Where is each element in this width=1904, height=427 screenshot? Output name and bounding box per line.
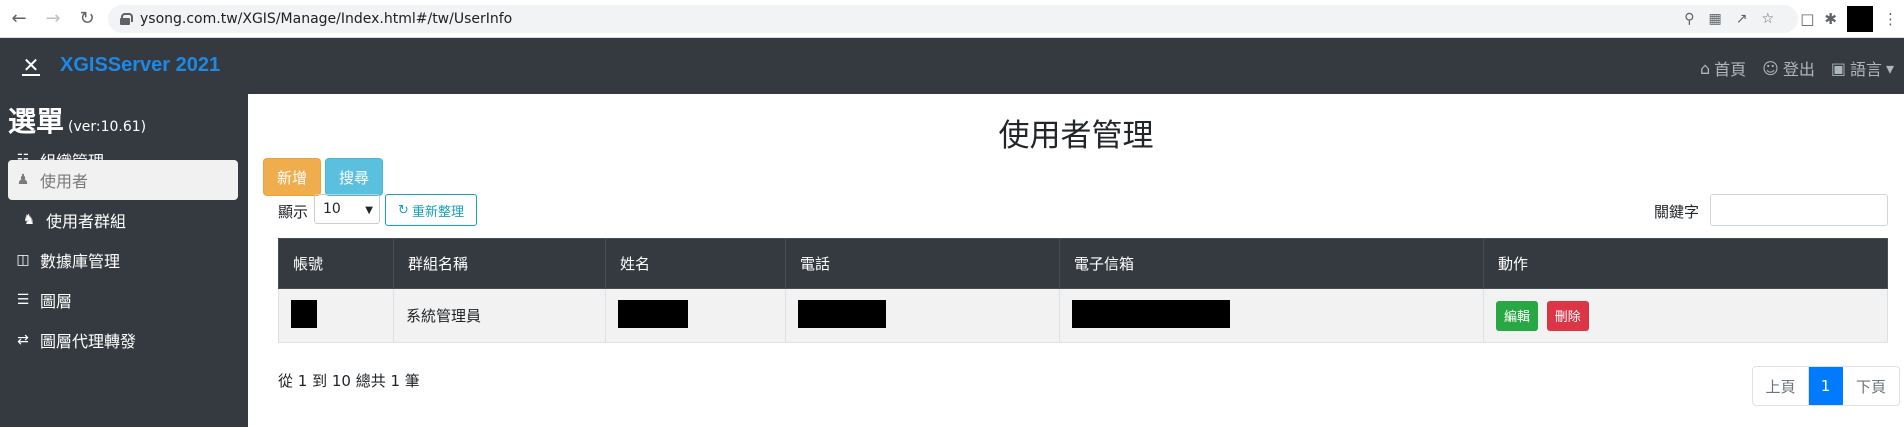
share-icon[interactable]: ↗	[1736, 11, 1748, 27]
page-size-select[interactable]: 10 ▼	[314, 194, 380, 224]
cell-name	[605, 288, 786, 343]
key-icon[interactable]: ⚲	[1684, 11, 1694, 27]
col-name[interactable]: 姓名	[605, 238, 786, 289]
version-text: (ver:10.61)	[68, 119, 147, 135]
address-bar[interactable]: ysong.com.tw/XGIS/Manage/Index.html#/tw/…	[108, 5, 1798, 33]
language-icon: ▣	[1830, 58, 1846, 78]
table-header-row: 帳號 群組名稱 姓名 電話 電子信箱 動作	[278, 238, 1888, 289]
brand-title[interactable]: XGISServer 2021	[60, 54, 220, 77]
search-button[interactable]: 搜尋	[325, 158, 383, 196]
cell-email	[1059, 288, 1484, 343]
logout-link[interactable]: ☺ 登出	[1762, 56, 1815, 80]
user-circle-icon: ☺	[1762, 58, 1779, 78]
keyword-label: 關鍵字	[1654, 203, 1700, 221]
star-icon[interactable]: ☆	[1761, 11, 1774, 27]
redacted-block	[291, 299, 317, 328]
user-icon: ♟	[16, 172, 30, 188]
home-link[interactable]: ⌂ 首頁	[1700, 56, 1746, 80]
forward-icon[interactable]: →	[38, 4, 68, 34]
main-content: 使用者管理 新增 搜尋 顯示 10 ▼ ↻ 重新整理 關鍵字 帳號 群組名稱 姓…	[248, 94, 1904, 427]
next-page-button[interactable]: 下頁	[1843, 367, 1899, 405]
language-dropdown[interactable]: ▣ 語言 ▾	[1831, 56, 1894, 80]
redacted-block	[1072, 299, 1230, 328]
lock-icon	[120, 13, 133, 25]
database-icon: ◫	[16, 252, 30, 268]
puzzle-icon[interactable]: ✱	[1824, 10, 1837, 28]
prev-page-button[interactable]: 上頁	[1753, 367, 1809, 405]
users-icon: ♞	[22, 212, 36, 228]
extension-chat-icon[interactable]: □	[1800, 10, 1814, 28]
col-account[interactable]: 帳號	[278, 238, 394, 289]
reload-icon[interactable]: ↻	[72, 4, 102, 34]
cell-phone	[785, 288, 1060, 343]
cell-actions: 編輯 刪除	[1483, 288, 1888, 343]
sidebar-title: 選單 (ver:10.61)	[8, 105, 147, 138]
profile-avatar[interactable]	[1847, 6, 1873, 32]
col-actions: 動作	[1483, 238, 1888, 289]
exchange-icon: ⇄	[17, 332, 29, 348]
kebab-menu-icon[interactable]: ⋮	[1883, 10, 1898, 28]
cell-account	[278, 288, 394, 343]
sidebar-item-layer-proxy[interactable]: ⇄ 圖層代理轉發	[8, 318, 240, 362]
redacted-block	[798, 299, 886, 328]
edit-button[interactable]: 編輯	[1496, 300, 1539, 331]
sidebar-item-database[interactable]: ◫ 數據庫管理	[8, 238, 240, 282]
delete-button[interactable]: 刪除	[1546, 300, 1589, 331]
back-icon[interactable]: ←	[4, 4, 34, 34]
keyword-input[interactable]	[1710, 194, 1888, 226]
pagination: 上頁 1 下頁	[1752, 366, 1900, 406]
sidebar-item-user-groups[interactable]: ♞ 使用者群組	[8, 198, 240, 242]
users-table: 帳號 群組名稱 姓名 電話 電子信箱 動作 系統管理員 編輯 刪除	[278, 238, 1888, 343]
home-icon: ⌂	[1699, 58, 1711, 78]
page-title: 使用者管理	[998, 118, 1154, 154]
url-text: ysong.com.tw/XGIS/Manage/Index.html#/tw/…	[140, 11, 513, 27]
cell-group: 系統管理員	[393, 288, 606, 343]
caret-down-icon: ▾	[1885, 58, 1894, 78]
page-1-button[interactable]: 1	[1809, 367, 1843, 405]
col-email[interactable]: 電子信箱	[1059, 238, 1484, 289]
sidebar-item-users[interactable]: ♟ 使用者	[8, 160, 238, 200]
sidebar-item-layers[interactable]: ☰ 圖層	[8, 278, 240, 322]
show-label: 顯示	[278, 203, 309, 221]
translate-icon[interactable]: ▦	[1708, 11, 1721, 27]
sidebar: 選單(ver:10.61) ☷ 組織管理 ⌄ ♟ 使用者 ♞ 使用者群組 ◫ 數…	[0, 94, 248, 427]
top-navbar: ✕ XGISServer 2021 ⌂ 首頁 ☺ 登出 ▣ 語言 ▾	[0, 38, 1904, 94]
redacted-block	[618, 299, 688, 328]
browser-toolbar: ← → ↻ ysong.com.tw/XGIS/Manage/Index.htm…	[0, 0, 1904, 38]
pagination-summary: 從 1 到 10 總共 1 筆	[278, 372, 420, 390]
table-row: 系統管理員 編輯 刪除	[278, 288, 1888, 343]
layers-icon: ☰	[16, 292, 30, 308]
refresh-icon: ↻	[398, 202, 409, 218]
refresh-button[interactable]: ↻ 重新整理	[385, 194, 477, 226]
col-group[interactable]: 群組名稱	[393, 238, 606, 289]
add-button[interactable]: 新增	[263, 158, 321, 196]
close-sidebar-icon[interactable]: ✕	[20, 54, 42, 76]
chevron-down-icon: ▼	[365, 205, 373, 216]
col-phone[interactable]: 電話	[785, 238, 1060, 289]
